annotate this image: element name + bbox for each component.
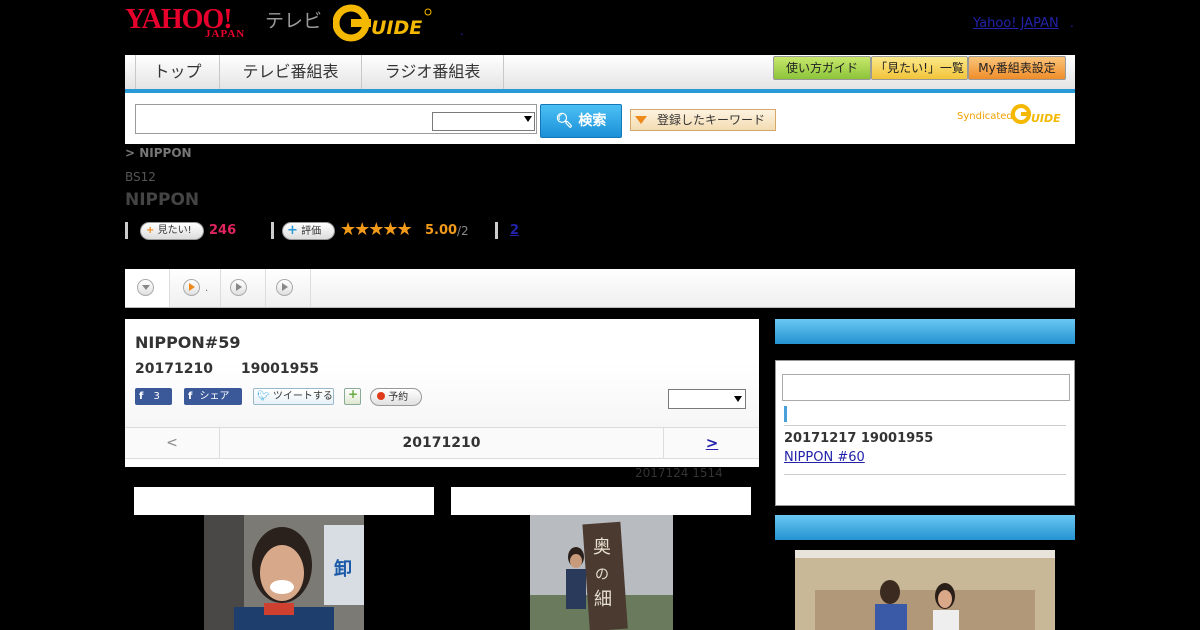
svg-text:奥: 奥 bbox=[593, 537, 611, 558]
facebook-share-button[interactable]: f シェア bbox=[184, 388, 242, 405]
gguide-logo[interactable]: UIDE bbox=[333, 4, 433, 42]
next-broadcast-box: 20171217 19001955 NIPPON #60 bbox=[775, 360, 1075, 506]
svg-text:細: 細 bbox=[594, 589, 612, 610]
header-dot-right: . bbox=[1070, 16, 1074, 30]
episode-photo-1[interactable]: 卸 bbox=[204, 515, 364, 630]
add-calendar-icon[interactable]: + bbox=[344, 387, 361, 405]
next-episode-title-link[interactable]: NIPPON #60 bbox=[784, 450, 865, 465]
rating-stars-icon: ★★★★★ bbox=[340, 219, 413, 240]
search-button[interactable]: 🔍︎ 検索 bbox=[540, 104, 622, 138]
rate-label: 評価 bbox=[301, 226, 322, 237]
play-circle-icon bbox=[230, 279, 247, 296]
rating-count: /2 bbox=[457, 224, 469, 238]
sidebar-header-2 bbox=[775, 515, 1075, 540]
mitai-count: 246 bbox=[209, 223, 237, 238]
photo-caption-bar bbox=[451, 487, 751, 515]
program-title: NIPPON bbox=[125, 190, 200, 210]
episode-select[interactable] bbox=[668, 389, 746, 409]
divider-bar bbox=[271, 222, 274, 239]
episode-pagination: < 20171210 > bbox=[125, 427, 759, 459]
howto-guide-button[interactable]: 使い方ガイド bbox=[773, 56, 871, 80]
breadcrumb[interactable]: > NIPPON bbox=[125, 146, 192, 160]
rating-value: 5.00 bbox=[425, 223, 458, 238]
mitai-list-button[interactable]: 「見たい!」一覧 bbox=[871, 56, 968, 80]
episode-title: NIPPON#59 bbox=[135, 333, 241, 352]
program-tabs: . bbox=[125, 269, 1075, 308]
reserve-button[interactable]: 予約 bbox=[370, 388, 422, 406]
photo-caption-bar bbox=[134, 487, 434, 515]
svg-text:卸: 卸 bbox=[334, 558, 352, 580]
chevron-down-icon bbox=[524, 116, 532, 122]
gguide-small-logo: UIDE bbox=[1011, 104, 1061, 125]
next-episode-link[interactable]: > bbox=[663, 428, 760, 458]
next-broadcast-date: 20171217 19001955 bbox=[784, 431, 934, 446]
share-label: シェア bbox=[199, 391, 230, 402]
reserve-label: 予約 bbox=[388, 392, 409, 403]
syndicated-label: Syndicated bbox=[957, 111, 1013, 122]
facebook-icon: f bbox=[188, 391, 193, 402]
play-circle-icon bbox=[276, 279, 293, 296]
search-button-label: 検索 bbox=[578, 113, 607, 129]
plus-icon: + bbox=[287, 223, 298, 238]
divider-bar bbox=[495, 222, 498, 239]
nav-tab-top[interactable]: トップ bbox=[136, 55, 220, 89]
plus-icon: + bbox=[146, 225, 155, 236]
record-dot-icon bbox=[377, 392, 385, 400]
divider bbox=[784, 425, 1066, 426]
header-dot: . bbox=[460, 24, 464, 38]
mitai-button[interactable]: + 見たい! bbox=[140, 222, 204, 240]
play-circle-icon bbox=[183, 279, 200, 296]
divider-bar bbox=[125, 222, 128, 239]
channel-name: BS12 bbox=[125, 170, 156, 184]
facebook-like-button[interactable]: f 3 bbox=[135, 388, 172, 405]
svg-text:UIDE: UIDE bbox=[371, 17, 422, 39]
divider bbox=[784, 474, 1066, 475]
chevron-down-circle-icon bbox=[137, 279, 154, 296]
episode-photo-2[interactable]: 奥 の 細 bbox=[530, 515, 673, 630]
sidebar-field[interactable] bbox=[782, 374, 1070, 401]
twitter-bird-icon: 🐦︎ bbox=[257, 391, 270, 402]
facebook-icon: f bbox=[139, 391, 144, 402]
registered-keywords-label: 登録したキーワード bbox=[657, 113, 766, 127]
sidebar-video-thumbnail[interactable] bbox=[795, 550, 1055, 630]
tweet-label: ツイートする bbox=[272, 391, 333, 402]
nav-spacer bbox=[125, 55, 136, 89]
mitai-label: 見たい! bbox=[157, 225, 192, 236]
nav-tab-radio-listings[interactable]: ラジオ番組表 bbox=[362, 55, 504, 89]
current-episode-date: 20171210 bbox=[402, 435, 481, 451]
search-category-select[interactable] bbox=[432, 112, 535, 131]
registered-keywords-button[interactable]: 登録したキーワード bbox=[630, 109, 776, 131]
chevron-down-icon bbox=[734, 396, 742, 402]
tab-media-2[interactable] bbox=[221, 269, 266, 307]
tv-logo-text[interactable]: テレビ bbox=[265, 6, 322, 33]
sidebar-header bbox=[775, 319, 1075, 344]
dropdown-arrow-icon bbox=[635, 116, 647, 124]
tweet-button[interactable]: 🐦︎ ツイートする bbox=[253, 388, 334, 405]
yahoo-japan-logo-text: JAPAN bbox=[205, 28, 246, 40]
tab-dot: . bbox=[205, 283, 209, 294]
review-count-link[interactable]: 2 bbox=[510, 223, 519, 238]
sidebar-accent-bar bbox=[784, 406, 787, 422]
nav-tab-tv-listings[interactable]: テレビ番組表 bbox=[220, 55, 362, 89]
rate-button[interactable]: + 評価 bbox=[282, 222, 335, 240]
tab-media-1[interactable]: . bbox=[170, 269, 221, 307]
updated-timestamp: 2017124 1514 bbox=[635, 466, 723, 480]
tab-episode-info[interactable] bbox=[125, 269, 170, 307]
svg-text:UIDE: UIDE bbox=[1031, 112, 1061, 125]
my-listings-settings-button[interactable]: My番組表設定 bbox=[968, 56, 1066, 80]
episode-header: NIPPON#59 20171210 19001955 f 3 f シェア 🐦︎… bbox=[125, 319, 759, 427]
yahoo-japan-link[interactable]: Yahoo! JAPAN bbox=[973, 16, 1059, 31]
search-icon: 🔍︎ bbox=[555, 113, 574, 129]
episode-panel: NIPPON#59 20171210 19001955 f 3 f シェア 🐦︎… bbox=[125, 319, 759, 467]
tab-media-3[interactable] bbox=[266, 269, 311, 307]
prev-episode[interactable]: < bbox=[125, 428, 220, 458]
svg-text:の: の bbox=[595, 567, 609, 583]
like-count: 3 bbox=[153, 391, 160, 402]
episode-datetime: 20171210 19001955 bbox=[135, 361, 319, 377]
